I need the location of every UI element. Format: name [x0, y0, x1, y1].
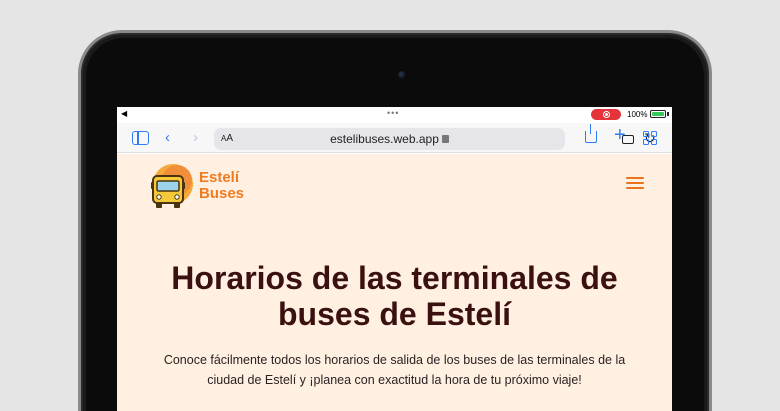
logo-line-1: Estelí — [199, 169, 240, 186]
tabs-icon[interactable] — [643, 131, 657, 145]
battery-percent: 100% — [627, 110, 648, 119]
multitasking-dots-icon[interactable]: ••• — [387, 109, 399, 118]
plus-icon[interactable]: + — [614, 125, 626, 145]
screen: ◀ ••• 100% ‹ › AA estelibuses.web.app ↻ … — [117, 107, 672, 411]
bus-logo-icon — [151, 164, 193, 208]
front-camera — [398, 71, 406, 79]
screen-recording-indicator[interactable] — [591, 109, 621, 120]
lock-icon — [441, 135, 449, 143]
url-display[interactable]: estelibuses.web.app — [214, 132, 565, 146]
status-bar: ◀ ••• 100% — [117, 107, 672, 123]
logo-line-2: Buses — [199, 185, 245, 202]
web-page: Estelí Buses Horarios de las terminales … — [117, 154, 672, 411]
sidebar-icon[interactable] — [132, 131, 149, 145]
url-text: estelibuses.web.app — [330, 132, 439, 146]
share-icon[interactable] — [585, 124, 597, 143]
battery-icon — [650, 110, 666, 118]
battery-nub — [667, 112, 669, 116]
back-icon[interactable]: ‹ — [165, 130, 170, 146]
safari-toolbar: ‹ › AA estelibuses.web.app ↻ + — [117, 123, 672, 153]
menu-icon[interactable] — [626, 177, 644, 189]
record-icon — [602, 111, 610, 118]
back-to-app-icon[interactable]: ◀ — [121, 109, 127, 118]
page-description: Conoce fácilmente todos los horarios de … — [163, 353, 626, 387]
forward-icon[interactable]: › — [193, 130, 198, 146]
site-logo[interactable]: Estelí Buses — [147, 160, 247, 212]
logo-text: Estelí Buses — [199, 170, 244, 202]
address-bar[interactable]: AA estelibuses.web.app ↻ — [214, 128, 656, 150]
page-title: Horarios de las terminales de buses de E… — [171, 260, 618, 332]
